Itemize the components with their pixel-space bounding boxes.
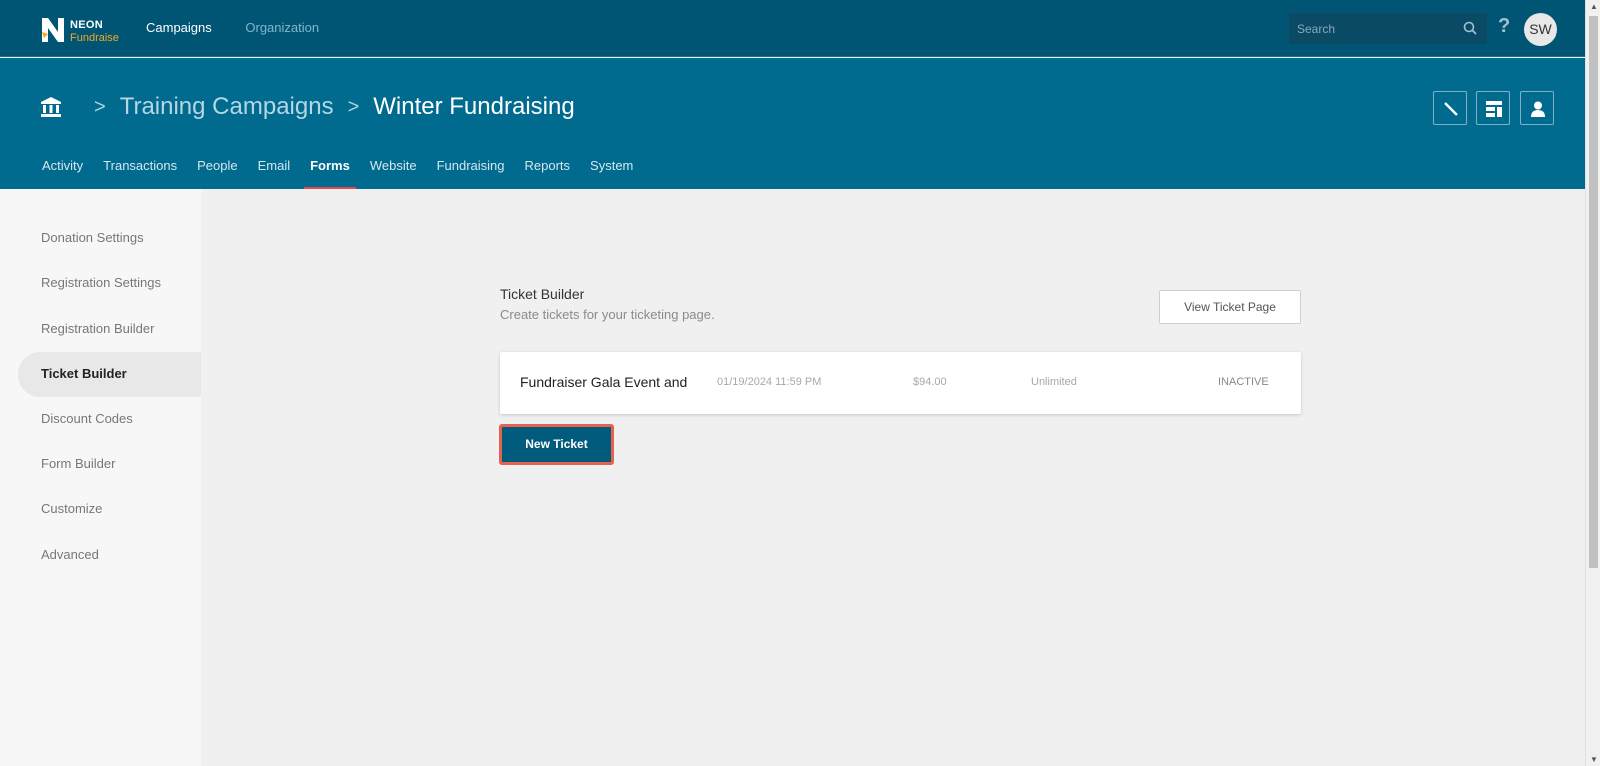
sidebar-item-registration-builder[interactable]: Registration Builder (18, 307, 201, 352)
page-title: Ticket Builder (500, 286, 585, 302)
sidebar-item-customize[interactable]: Customize (18, 487, 201, 532)
scroll-down-arrow-icon[interactable]: ▼ (1590, 755, 1598, 764)
view-ticket-page-button[interactable]: View Ticket Page (1159, 290, 1301, 324)
help-icon[interactable]: ? (1498, 15, 1510, 38)
nav-organization[interactable]: Organization (245, 20, 319, 35)
logo-text-fundraise: Fundraise (70, 32, 119, 44)
page-scrollbar[interactable]: ▲ ▼ (1585, 0, 1600, 766)
top-bar: NEON Fundraise Campaigns Organization Se… (0, 0, 1585, 57)
nav-campaigns[interactable]: Campaigns (146, 20, 212, 35)
pen-icon (1444, 102, 1458, 116)
tab-people[interactable]: People (197, 158, 237, 189)
bank-icon[interactable] (40, 96, 62, 118)
tab-transactions[interactable]: Transactions (103, 158, 177, 189)
sidebar-item-advanced[interactable]: Advanced (18, 533, 201, 578)
layout-button[interactable] (1476, 91, 1510, 125)
sidebar-item-discount-codes[interactable]: Discount Codes (18, 397, 201, 442)
pen-button[interactable] (1433, 91, 1467, 125)
forms-sidebar: Donation Settings Registration Settings … (0, 189, 201, 766)
scrollbar-thumb[interactable] (1589, 16, 1598, 568)
scroll-up-arrow-icon[interactable]: ▲ (1590, 2, 1598, 11)
sidebar-item-form-builder[interactable]: Form Builder (18, 442, 201, 487)
tab-website[interactable]: Website (370, 158, 417, 189)
ticket-price: $94.00 (913, 376, 947, 388)
ticket-name: Fundraiser Gala Event and D (520, 374, 692, 390)
search-placeholder: Search (1297, 22, 1336, 36)
tab-fundraising[interactable]: Fundraising (437, 158, 505, 189)
breadcrumb-separator: > (347, 95, 360, 118)
sidebar-item-ticket-builder[interactable]: Ticket Builder (18, 352, 201, 397)
layout-icon (1486, 101, 1502, 117)
user-icon (1531, 101, 1545, 117)
sidebar-item-donation-settings[interactable]: Donation Settings (18, 216, 201, 261)
search-icon[interactable] (1463, 21, 1477, 35)
neon-fundraise-logo[interactable]: NEON Fundraise (40, 16, 120, 44)
tab-forms[interactable]: Forms (304, 158, 356, 189)
page-subtitle: Create tickets for your ticketing page. (500, 307, 715, 322)
breadcrumb-separator: > (94, 95, 106, 118)
logo-text-neon: NEON (70, 19, 103, 31)
breadcrumb-training-campaigns[interactable]: Training Campaigns (120, 93, 334, 121)
section-tabs: Activity Transactions People Email Forms… (42, 158, 653, 189)
user-button[interactable] (1520, 91, 1554, 125)
ticket-date: 01/19/2024 11:59 PM (717, 376, 822, 388)
breadcrumb: > Training Campaigns > Winter Fundraisin… (40, 92, 575, 122)
ticket-status: INACTIVE (1218, 376, 1269, 388)
breadcrumb-winter-fundraising: Winter Fundraising (373, 93, 575, 120)
avatar[interactable]: SW (1524, 13, 1557, 46)
ticket-row[interactable]: Fundraiser Gala Event and D 01/19/2024 1… (500, 352, 1301, 414)
search-input[interactable]: Search (1289, 13, 1487, 44)
top-nav: Campaigns Organization (146, 20, 349, 35)
new-ticket-button[interactable]: New Ticket (500, 425, 613, 464)
campaign-header: > Training Campaigns > Winter Fundraisin… (0, 58, 1585, 189)
ticket-quantity: Unlimited (1031, 376, 1077, 388)
tab-system[interactable]: System (590, 158, 633, 189)
tab-activity[interactable]: Activity (42, 158, 83, 189)
sidebar-item-registration-settings[interactable]: Registration Settings (18, 261, 201, 306)
neon-logo-icon (42, 18, 64, 42)
tab-reports[interactable]: Reports (525, 158, 571, 189)
tab-email[interactable]: Email (258, 158, 291, 189)
